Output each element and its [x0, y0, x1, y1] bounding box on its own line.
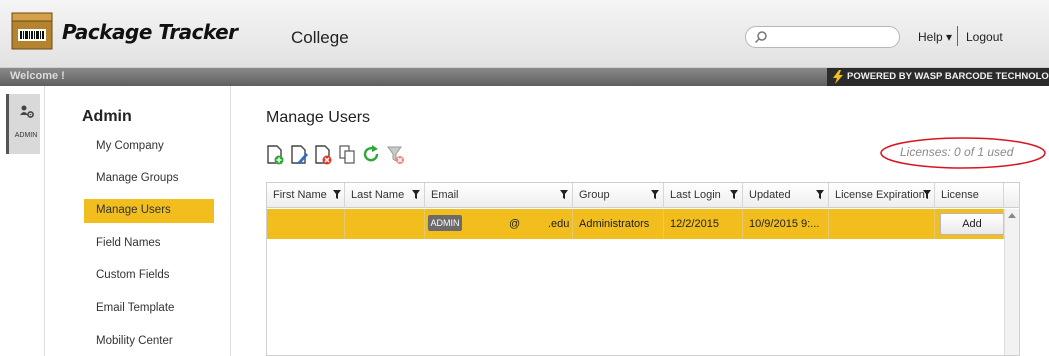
column-last-name[interactable]: Last Name	[345, 183, 425, 208]
filter-icon[interactable]	[333, 190, 341, 199]
page-title: Manage Users	[266, 109, 371, 126]
sidebar-title: Admin	[82, 108, 132, 125]
column-updated[interactable]: Updated	[743, 183, 829, 208]
search-icon	[754, 30, 768, 47]
cell-email: ADMIN @ .edu	[425, 209, 573, 239]
column-license[interactable]: License	[935, 183, 1004, 208]
table-row[interactable]: ADMIN @ .edu Administrators 12/2/2015 10…	[267, 209, 1019, 239]
lightning-bolt-icon	[832, 70, 844, 87]
admin-sidebar: Admin My Company Manage Groups Manage Us…	[45, 86, 231, 356]
sidebar-item-manage-users[interactable]: Manage Users	[84, 199, 214, 223]
admin-badge: ADMIN	[428, 215, 462, 231]
welcome-text: Welcome !	[10, 70, 65, 82]
filter-icon[interactable]	[560, 190, 568, 199]
add-license-button[interactable]: Add	[940, 213, 1003, 235]
cell-license: Add	[935, 209, 1004, 239]
sidebar-item-manage-groups[interactable]: Manage Groups	[84, 167, 214, 191]
cell-updated: 10/9/2015 9:...	[743, 209, 829, 239]
cell-last-name	[345, 209, 425, 239]
column-email[interactable]: Email	[425, 183, 573, 208]
sidebar-item-field-names[interactable]: Field Names	[84, 232, 214, 256]
admin-users-gear-icon	[19, 104, 35, 123]
divider	[957, 26, 958, 46]
sidebar-item-custom-fields[interactable]: Custom Fields	[84, 264, 214, 288]
column-first-name[interactable]: First Name	[267, 183, 345, 208]
powered-by-banner: POWERED BY WASP BARCODE TECHNOLOGIES	[827, 68, 1049, 86]
help-menu[interactable]: Help ▾	[918, 30, 952, 44]
column-group[interactable]: Group	[573, 183, 664, 208]
grid-scrollbar[interactable]	[1004, 209, 1019, 355]
grid-header: First Name Last Name Email Group Last Lo…	[267, 183, 1019, 208]
filter-icon[interactable]	[651, 190, 659, 199]
column-license-expiration[interactable]: License Expiration	[829, 183, 935, 208]
email-at: @	[509, 218, 521, 230]
rail-item-label: ADMIN	[14, 132, 38, 139]
copy-user-icon[interactable]	[338, 144, 358, 166]
app-title: Package Tracker	[62, 20, 238, 44]
organization-name: College	[291, 28, 349, 47]
logout-link[interactable]: Logout	[966, 30, 1003, 44]
refresh-icon[interactable]	[362, 144, 382, 166]
package-logo-icon	[10, 11, 54, 51]
column-last-login[interactable]: Last Login	[664, 183, 743, 208]
edit-user-icon[interactable]	[290, 144, 310, 166]
filter-icon[interactable]	[730, 190, 738, 199]
email-domain: .edu	[548, 218, 570, 230]
sidebar-item-my-company[interactable]: My Company	[84, 135, 214, 159]
powered-by-text: POWERED BY WASP BARCODE TECHNOLOGIES	[847, 71, 1049, 82]
cell-group: Administrators	[573, 209, 664, 239]
cell-first-name	[267, 209, 345, 239]
search-input[interactable]	[745, 26, 900, 48]
sidebar-item-email-template[interactable]: Email Template	[84, 297, 214, 321]
add-user-icon[interactable]	[266, 144, 286, 166]
sidebar-item-mobility-center[interactable]: Mobility Center	[84, 330, 214, 354]
users-grid: First Name Last Name Email Group Last Lo…	[266, 182, 1020, 356]
module-rail: ADMIN	[0, 86, 45, 356]
welcome-bar: Welcome ! POWERED BY WASP BARCODE TECHNO…	[0, 68, 1049, 86]
clear-filter-icon[interactable]	[386, 144, 406, 166]
scroll-up-arrow-icon[interactable]	[1008, 213, 1016, 218]
rail-item-admin[interactable]: ADMIN	[6, 94, 40, 154]
app-header: Package Tracker College Help ▾ Logout	[0, 0, 1049, 68]
cell-license-expiration	[829, 209, 935, 239]
delete-user-icon[interactable]	[314, 144, 334, 166]
licenses-count: Licenses: 0 of 1 used	[900, 145, 1014, 159]
filter-icon[interactable]	[816, 190, 824, 199]
filter-icon[interactable]	[923, 190, 931, 199]
filter-icon[interactable]	[412, 190, 420, 199]
cell-last-login: 12/2/2015	[664, 209, 743, 239]
